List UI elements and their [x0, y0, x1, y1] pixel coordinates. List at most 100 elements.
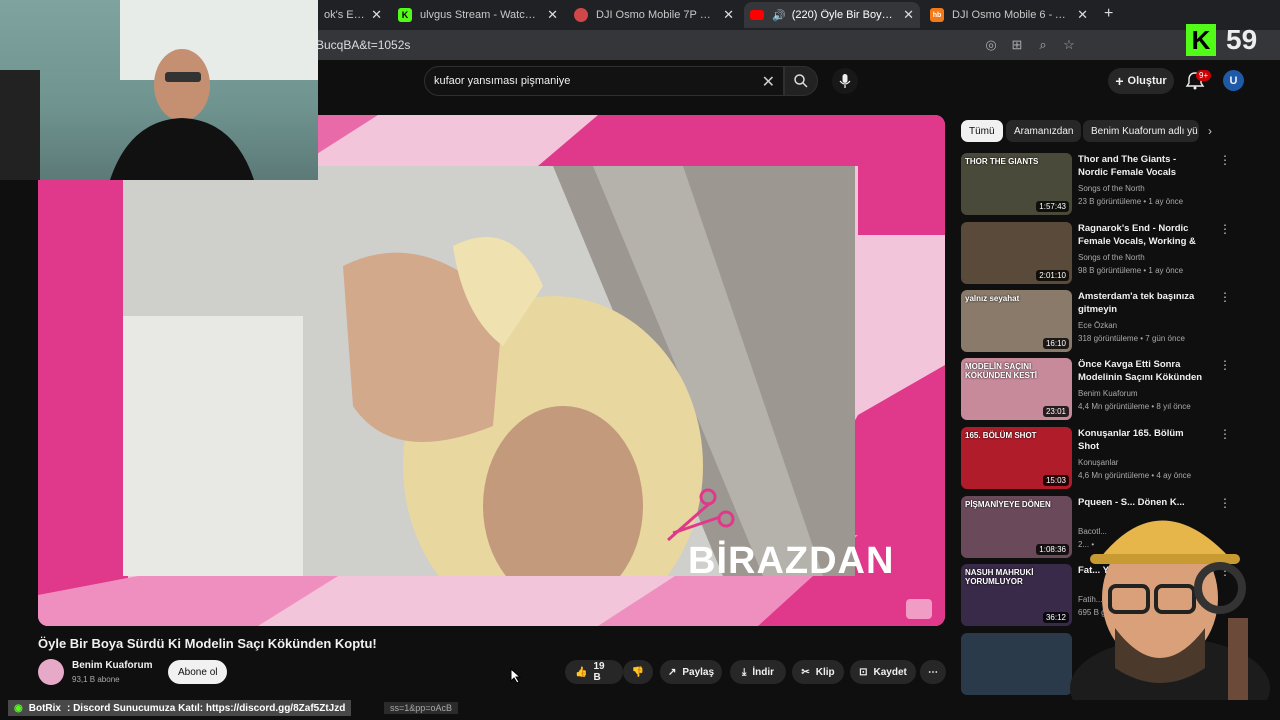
upload-age: 1 ay önce	[1148, 197, 1184, 206]
like-count: 19 B	[593, 661, 605, 683]
related-video-title[interactable]: Önce Kavga Etti Sonra Modelinin Saçını K…	[1078, 358, 1206, 386]
channel-watermark-logo	[906, 599, 932, 619]
related-video-item[interactable]: 2:01:10 Ragnarok's End - Nordic Female Vo…	[961, 222, 1261, 288]
chip-all[interactable]: Tümü	[961, 120, 1003, 142]
related-video-item[interactable]: 165. BÖLÜM SHOT 15:03 Konuşanlar 165. Bölü…	[961, 427, 1261, 493]
thumbnail-text: PİŞMANİYEYE DÖNEN	[965, 500, 1051, 509]
tab-title: DJI Osmo Mobile 6 - Akıllı Te	[952, 9, 1071, 21]
create-button[interactable]: + Oluştur	[1108, 68, 1174, 94]
apps-icon[interactable]: ⊞	[1010, 38, 1024, 52]
chips-next-icon[interactable]: ›	[1208, 124, 1212, 138]
save-playlist-icon: ⊡	[859, 666, 868, 678]
browser-tab[interactable]: DJI Osmo Mobile 7P Gimbal ✕	[568, 2, 740, 28]
video-title: Öyle Bir Boya Sürdü Ki Modelin Saçı Kökü…	[38, 636, 377, 651]
related-video-meta: 4,4 Mn görüntüleme • 8 yıl önce	[1078, 402, 1191, 411]
clip-button[interactable]: ✂ Klip	[792, 660, 844, 684]
view-count: 98 B görüntüleme	[1078, 266, 1142, 275]
browser-tab[interactable]: ok's End ✕	[318, 2, 388, 28]
search-button[interactable]	[784, 66, 818, 96]
video-thumbnail[interactable]: 165. BÖLÜM SHOT 15:03	[961, 427, 1072, 489]
new-tab-icon[interactable]: +	[1104, 5, 1113, 23]
clear-search-icon[interactable]: ✕	[762, 72, 775, 92]
search-query: kufaor yansıması pişmaniye	[434, 75, 571, 87]
related-video-channel[interactable]: Songs of the North	[1078, 184, 1145, 193]
thumbnail-text: NASUH MAHRUKİ YORUMLUYOR	[965, 568, 1034, 586]
related-video-channel[interactable]: Ece Özkan	[1078, 321, 1117, 330]
video-thumbnail[interactable]: NASUH MAHRUKİ YORUMLUYOR 36:12	[961, 564, 1072, 626]
browser-tab[interactable]: hb DJI Osmo Mobile 6 - Akıllı Te ✕	[924, 2, 1094, 28]
voice-search-button[interactable]	[832, 68, 858, 94]
more-vertical-icon[interactable]: ⋮	[1219, 358, 1231, 372]
more-vertical-icon[interactable]: ⋮	[1219, 427, 1231, 441]
video-thumbnail[interactable]: PİŞMANİYEYE DÖNEN 1:08:36	[961, 496, 1072, 558]
browser-tab-active[interactable]: 🔊 (220) Öyle Bir Boya Sür ✕	[744, 2, 920, 28]
zoom-icon[interactable]: ⌕	[1036, 38, 1050, 52]
download-icon: ⤓	[741, 666, 747, 678]
related-video-item[interactable]: MODELİN SAÇINI KÖKÜNDEN KESTİ 23:01 Önce K…	[961, 358, 1261, 424]
like-button[interactable]: 👍 19 B	[565, 660, 623, 684]
share-icon: ↗	[667, 666, 677, 678]
close-tab-icon[interactable]: ✕	[723, 7, 734, 23]
more-vertical-icon[interactable]: ⋮	[1219, 290, 1231, 304]
save-button[interactable]: ⊡ Kaydet	[850, 660, 916, 684]
share-button[interactable]: ↗ Paylaş	[660, 660, 722, 684]
video-overlay-text: BİRAZDAN	[688, 540, 895, 582]
thumbnail-text: 165. BÖLÜM SHOT	[965, 431, 1037, 440]
chip-channel[interactable]: Benim Kuaforum adlı yü	[1083, 120, 1199, 142]
related-video-item[interactable]: yalnız seyahat 16:10 Amsterdam'a tek başın…	[961, 290, 1261, 356]
viewer-count: 59	[1226, 24, 1258, 55]
subscriber-count: 93,1 B abone	[72, 675, 120, 684]
video-thumbnail[interactable]	[961, 633, 1072, 695]
more-vertical-icon[interactable]: ⋮	[1219, 222, 1231, 236]
tab-title: ok's End	[324, 9, 366, 21]
subscribe-button[interactable]: Abone ol	[168, 660, 228, 684]
speaker-icon[interactable]: 🔊	[772, 9, 786, 22]
botrix-message: ◉ BotRix : Discord Sunucumuza Katıl: htt…	[8, 700, 352, 716]
related-video-title[interactable]: Konuşanlar 165. Bölüm Shot	[1078, 427, 1206, 453]
video-thumbnail[interactable]: 2:01:10	[961, 222, 1072, 284]
create-label: Oluştur	[1127, 75, 1167, 87]
download-button[interactable]: ⤓ İndir	[730, 660, 786, 684]
bookmark-star-icon[interactable]: ☆	[1062, 38, 1076, 52]
video-player[interactable]: BİRAZDAN	[38, 115, 945, 626]
related-video-channel[interactable]: Konuşanlar	[1078, 458, 1118, 467]
account-avatar[interactable]: U	[1223, 70, 1244, 91]
kick-logo: K	[1186, 24, 1216, 56]
video-thumbnail[interactable]: MODELİN SAÇINI KÖKÜNDEN KESTİ 23:01	[961, 358, 1072, 420]
related-video-meta: 4,6 Mn görüntüleme • 4 ay önce	[1078, 471, 1192, 480]
chip-from-search[interactable]: Aramanızdan	[1006, 120, 1082, 142]
search-input[interactable]: kufaor yansıması pişmaniye ✕	[424, 66, 784, 96]
share-label: Paylaş	[682, 666, 715, 678]
close-tab-icon[interactable]: ✕	[1077, 7, 1088, 23]
related-video-title[interactable]: Thor and The Giants - Nordic Female Voca…	[1078, 153, 1206, 179]
url-text[interactable]: BucqBA&t=1052s	[316, 38, 410, 52]
related-video-channel[interactable]: Songs of the North	[1078, 253, 1145, 262]
related-video-item[interactable]: THOR THE GIANTS 1:57:43 Thor and The Giant…	[961, 153, 1261, 219]
view-count: 318 görüntüleme	[1078, 334, 1139, 343]
download-label: İndir	[752, 666, 775, 678]
scissors-clip-icon: ✂	[801, 666, 810, 678]
related-video-meta: 23 B görüntüleme • 1 ay önce	[1078, 197, 1184, 206]
related-video-title[interactable]: Ragnarok's End - Nordic Female Vocals, W…	[1078, 222, 1206, 250]
close-tab-icon[interactable]: ✕	[371, 7, 382, 23]
botrix-icon: ◉	[14, 702, 23, 714]
dislike-button[interactable]: 👎	[623, 660, 653, 684]
more-actions-button[interactable]: ⋯	[920, 660, 946, 684]
botrix-name: BotRix	[28, 702, 61, 714]
close-tab-icon[interactable]: ✕	[547, 7, 558, 23]
browser-tab[interactable]: K ulvgus Stream - Watch Live ✕	[392, 2, 564, 28]
video-thumbnail[interactable]: THOR THE GIANTS 1:57:43	[961, 153, 1072, 215]
close-tab-icon[interactable]: ✕	[903, 7, 914, 23]
tab-title: DJI Osmo Mobile 7P Gimbal	[596, 9, 717, 21]
channel-avatar[interactable]	[38, 659, 64, 685]
related-video-channel[interactable]: Benim Kuaforum	[1078, 389, 1138, 398]
video-thumbnail[interactable]: yalnız seyahat 16:10	[961, 290, 1072, 352]
translate-icon[interactable]: ◎	[984, 38, 998, 52]
channel-name[interactable]: Benim Kuaforum	[72, 660, 153, 671]
clip-label: Klip	[815, 666, 835, 678]
more-horizontal-icon: ⋯	[928, 666, 938, 678]
more-vertical-icon[interactable]: ⋮	[1219, 153, 1231, 167]
tab-title: (220) Öyle Bir Boya Sür	[791, 9, 898, 21]
thumbnail-text: yalnız seyahat	[965, 294, 1020, 303]
related-video-title[interactable]: Amsterdam'a tek başınıza gitmeyin	[1078, 290, 1206, 316]
